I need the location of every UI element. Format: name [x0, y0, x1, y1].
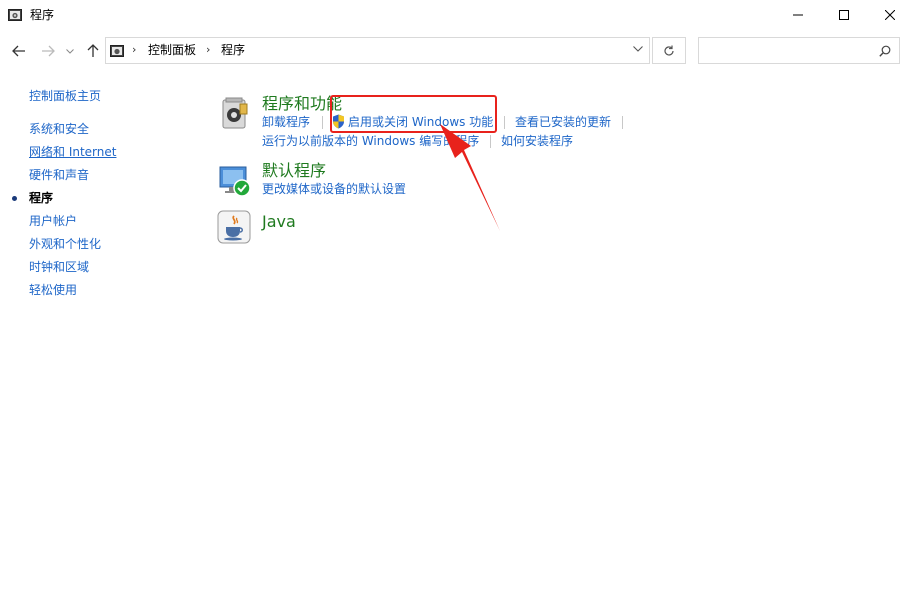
- maximize-icon: [839, 10, 849, 20]
- breadcrumb-programs[interactable]: 程序: [221, 43, 245, 58]
- current-page-bullet: [12, 196, 17, 201]
- sidebar-item-hardware-sound[interactable]: 硬件和声音: [29, 168, 89, 183]
- breadcrumb-control-panel[interactable]: 控制面板: [148, 43, 196, 58]
- forward-arrow-icon: [42, 45, 55, 57]
- maximize-button[interactable]: [821, 0, 867, 30]
- sidebar-item-programs: 程序: [29, 191, 54, 205]
- minimize-button[interactable]: [775, 0, 821, 30]
- breadcrumb-separator-icon[interactable]: ›: [132, 43, 136, 56]
- refresh-icon: [664, 45, 674, 56]
- default-programs-icon[interactable]: [218, 164, 252, 198]
- window-title: 程序: [30, 8, 55, 22]
- task-divider: [322, 116, 323, 129]
- control-panel-icon: [8, 9, 22, 21]
- close-icon: [885, 10, 895, 20]
- java-icon[interactable]: [217, 210, 251, 244]
- section-title-java[interactable]: Java: [262, 212, 296, 231]
- view-installed-updates-link[interactable]: 查看已安装的更新: [515, 115, 611, 130]
- chevron-down-icon: [66, 48, 74, 54]
- chevron-down-icon[interactable]: [633, 46, 643, 52]
- address-bar[interactable]: › 控制面板 › 程序: [105, 37, 650, 64]
- search-icon[interactable]: [879, 45, 891, 57]
- task-divider: [504, 116, 505, 129]
- sidebar-item-clock-region[interactable]: 时钟和区域: [29, 260, 89, 275]
- section-title-default-programs[interactable]: 默认程序: [262, 161, 326, 180]
- programs-and-features-icon[interactable]: [218, 96, 252, 130]
- sidebar-item-ease-of-access[interactable]: 轻松使用: [29, 283, 77, 298]
- sidebar-home-link[interactable]: 控制面板主页: [29, 89, 101, 104]
- sidebar-item-appearance[interactable]: 外观和个性化: [29, 237, 101, 252]
- task-divider: [622, 116, 623, 129]
- recent-locations-button[interactable]: [63, 40, 77, 62]
- sidebar-item-system-security[interactable]: 系统和安全: [29, 122, 89, 137]
- back-button[interactable]: [9, 40, 29, 62]
- change-default-settings-link[interactable]: 更改媒体或设备的默认设置: [262, 182, 406, 197]
- uninstall-program-link[interactable]: 卸载程序: [262, 115, 310, 130]
- up-button[interactable]: [83, 40, 103, 62]
- sidebar-item-network-internet[interactable]: 网络和 Internet: [29, 145, 116, 160]
- search-input[interactable]: [703, 41, 872, 61]
- close-button[interactable]: [867, 0, 913, 30]
- how-to-install-link[interactable]: 如何安装程序: [501, 134, 573, 149]
- control-panel-icon: [110, 45, 124, 57]
- refresh-button[interactable]: [652, 37, 686, 64]
- forward-button[interactable]: [38, 40, 58, 62]
- breadcrumb-separator-icon[interactable]: ›: [206, 43, 210, 56]
- title-bar: 程序: [0, 0, 913, 31]
- up-arrow-icon: [87, 44, 99, 57]
- back-arrow-icon: [12, 45, 25, 57]
- search-box[interactable]: [698, 37, 900, 64]
- minimize-icon: [793, 14, 803, 16]
- sidebar-item-user-accounts[interactable]: 用户帐户: [29, 214, 77, 229]
- annotation-arrow-icon: [440, 124, 500, 231]
